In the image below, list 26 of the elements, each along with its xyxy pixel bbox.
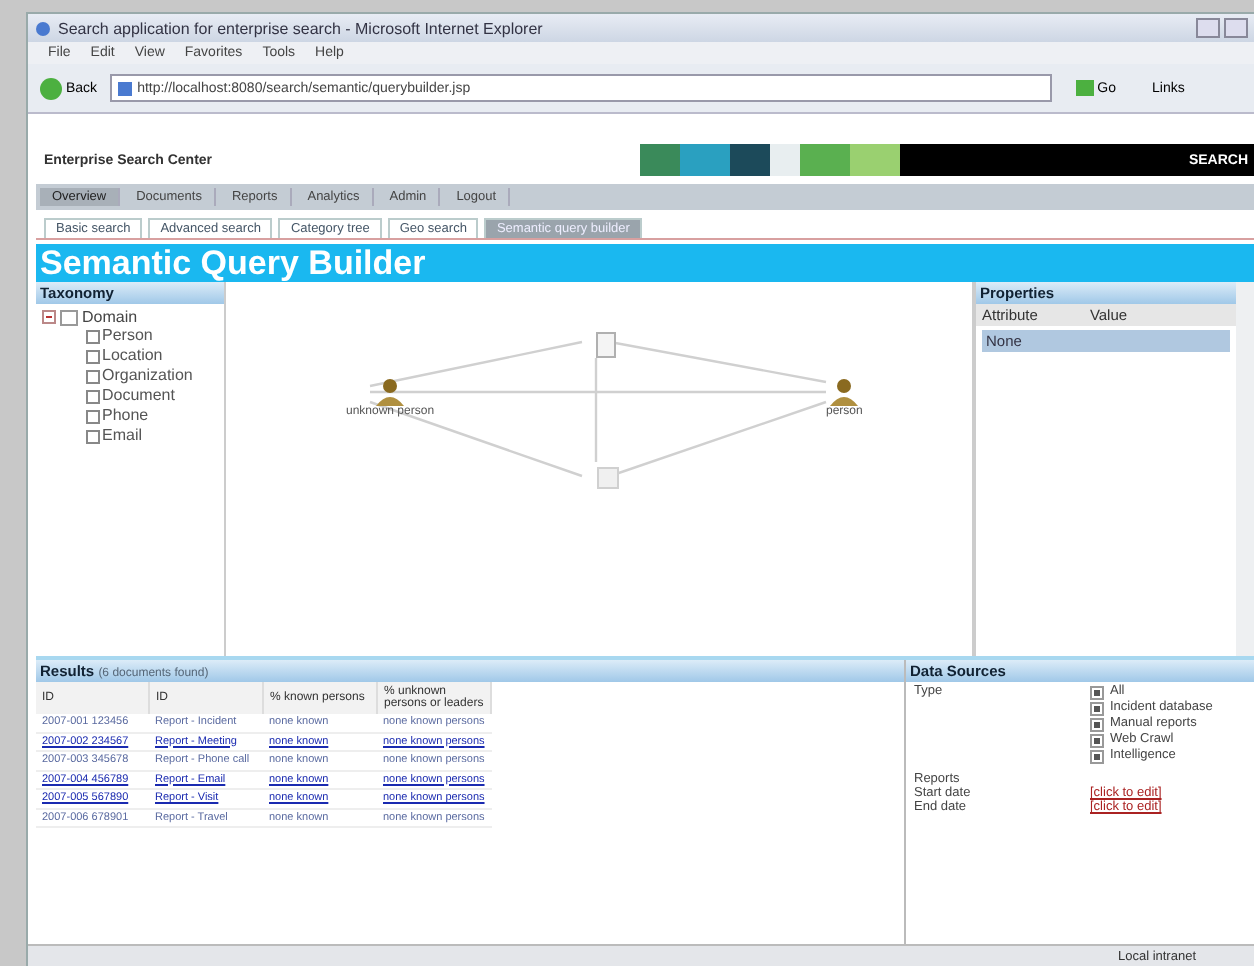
tree-item[interactable]: Location (102, 346, 163, 366)
checkbox[interactable] (1090, 685, 1104, 699)
tree-item[interactable]: Person (102, 326, 153, 346)
page-heading: Semantic Query Builder (36, 244, 1254, 282)
minimize-button[interactable] (1196, 18, 1220, 38)
checkbox[interactable] (1090, 717, 1104, 731)
window-title: Search application for enterprise search - Microsoft Internet Explorer (58, 19, 545, 37)
checkbox[interactable] (1090, 733, 1104, 747)
tree-item[interactable]: Email (102, 426, 143, 446)
node-icon (86, 349, 100, 363)
tree-item[interactable]: Document (102, 386, 175, 406)
collapse-icon[interactable] (42, 310, 56, 324)
node-icon (86, 329, 100, 343)
checkbox[interactable] (1090, 749, 1104, 763)
checkbox[interactable] (1090, 701, 1104, 715)
tree-item[interactable]: Domain (82, 308, 138, 326)
node-icon (86, 409, 100, 423)
person-icon[interactable] (374, 378, 407, 406)
node-icon (86, 429, 100, 443)
node-icon (86, 389, 100, 403)
person-icon[interactable] (828, 378, 861, 406)
tree-item[interactable]: Organization (102, 366, 193, 386)
tree-item[interactable]: Phone (102, 406, 149, 426)
node-icon (86, 369, 100, 383)
close-button[interactable] (1224, 18, 1248, 38)
browser-icon (36, 21, 50, 35)
